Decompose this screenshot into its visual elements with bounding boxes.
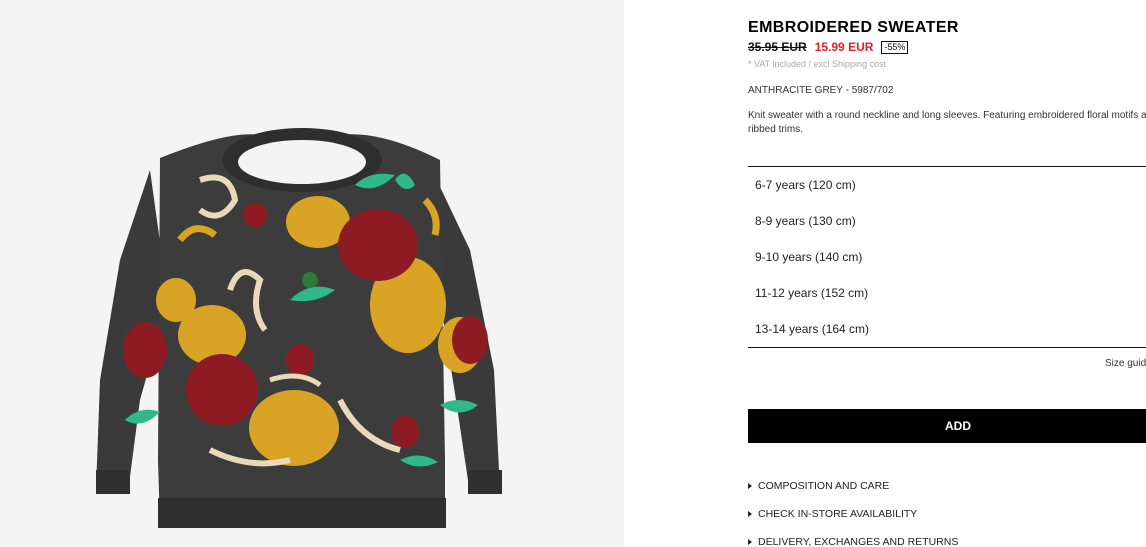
link-label: DELIVERY, EXCHANGES AND RETURNS [758, 536, 959, 547]
color-reference: ANTHRACITE GREY - 5987/702 [748, 85, 894, 96]
caret-right-icon [748, 539, 752, 545]
caret-right-icon [748, 483, 752, 489]
product-title: EMBROIDERED SWEATER [748, 19, 959, 36]
size-option[interactable]: 8-9 years (130 cm) [748, 203, 1146, 239]
old-price: 35.95 EUR [748, 40, 807, 54]
sale-price: 15.99 EUR [814, 40, 874, 54]
size-guide-link[interactable]: Size guide [1105, 358, 1146, 369]
discount-badge: -55% [881, 40, 909, 54]
link-label: COMPOSITION AND CARE [758, 480, 890, 492]
size-list: 6-7 years (120 cm) 8-9 years (130 cm) 9-… [748, 166, 1146, 348]
price-row: 35.95 EUR 15.99 EUR -55% [748, 40, 909, 54]
size-option[interactable]: 9-10 years (140 cm) [748, 239, 1146, 275]
product-description: Knit sweater with a round neckline and l… [748, 110, 1146, 135]
caret-right-icon [748, 511, 752, 517]
add-to-cart-button[interactable]: ADD [748, 409, 1146, 443]
link-label: CHECK IN-STORE AVAILABILITY [758, 508, 918, 520]
sweater-image [96, 128, 502, 528]
size-option[interactable]: 6-7 years (120 cm) [748, 167, 1146, 203]
vat-note: * VAT included / excl Shipping cost [748, 59, 887, 69]
size-option[interactable]: 13-14 years (164 cm) [748, 311, 1146, 347]
product-info: EMBROIDERED SWEATER 35.95 EUR 15.99 EUR … [748, 0, 1146, 547]
composition-care-link[interactable]: COMPOSITION AND CARE [748, 472, 958, 500]
size-option[interactable]: 11-12 years (152 cm) [748, 275, 1146, 311]
delivery-returns-link[interactable]: DELIVERY, EXCHANGES AND RETURNS [748, 528, 958, 547]
product-image-panel[interactable] [0, 0, 624, 547]
store-availability-link[interactable]: CHECK IN-STORE AVAILABILITY [748, 500, 958, 528]
info-links: COMPOSITION AND CARE CHECK IN-STORE AVAI… [748, 472, 958, 547]
